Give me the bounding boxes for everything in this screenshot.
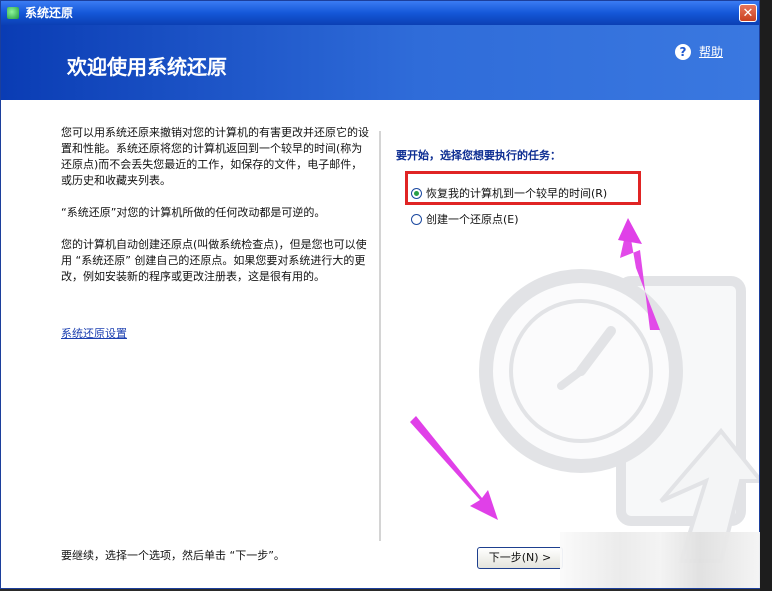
help-icon: ?: [674, 43, 691, 60]
next-button[interactable]: 下一步(N) >: [477, 547, 563, 569]
blurred-region: [560, 532, 760, 588]
system-restore-settings-link[interactable]: 系统还原设置: [61, 325, 127, 341]
continue-hint: 要继续，选择一个选项，然后单击 “下一步”。: [61, 549, 285, 562]
description-paragraph-1: 您可以用系统还原来撤销对您的计算机的有害更改并还原它的设置和性能。系统还原将您的…: [61, 126, 369, 187]
divider: [379, 131, 382, 541]
help-button[interactable]: ? 帮助: [674, 43, 723, 60]
annotation-highlight-box: [405, 171, 641, 205]
description-paragraph-3: 您的计算机自动创建还原点(叫做系统检查点)，但是您也可以使用 “系统还原” 创建…: [61, 238, 367, 283]
close-button[interactable]: ✕: [739, 4, 757, 22]
background-strip: [760, 0, 772, 591]
title-bar[interactable]: 系统还原 ✕: [1, 1, 759, 25]
window-title: 系统还原: [25, 6, 74, 20]
description-paragraph-2: “系统还原”对您的计算机所做的任何改动都是可逆的。: [61, 206, 326, 219]
close-icon: ✕: [742, 6, 754, 21]
page-heading: 欢迎使用系统还原: [67, 55, 227, 79]
system-restore-window: 系统还原 ✕ 欢迎使用系统还原 ? 帮助 您可以用系统还原来撤销对您的计算机的有…: [0, 0, 760, 589]
app-icon: [7, 7, 19, 19]
header-banner: 欢迎使用系统还原 ? 帮助: [1, 25, 759, 100]
create-restore-point-option[interactable]: 创建一个还原点(E): [411, 211, 519, 227]
radio-button-unchecked[interactable]: [411, 213, 422, 225]
help-link[interactable]: 帮助: [699, 43, 723, 60]
task-label: 要开始，选择您想要执行的任务：: [396, 149, 561, 162]
description-text: 您可以用系统还原来撤销对您的计算机的有害更改并还原它的设置和性能。系统还原将您的…: [61, 125, 371, 301]
create-restore-point-label[interactable]: 创建一个还原点(E): [426, 211, 519, 227]
